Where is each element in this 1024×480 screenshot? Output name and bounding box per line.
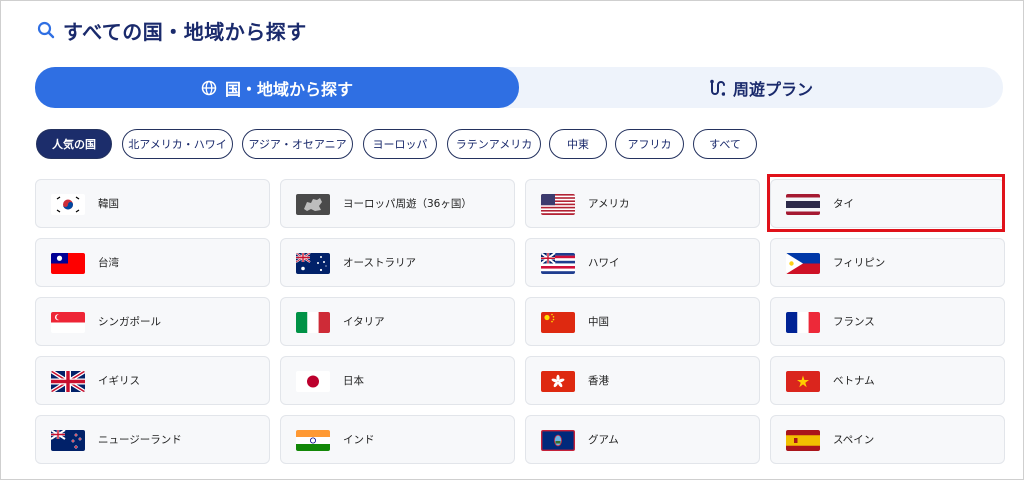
destination-card-hong-kong[interactable]: 香港 [525,356,760,405]
destination-card-vietnam[interactable]: ベトナム [770,356,1005,405]
page-frame: すべての国・地域から探す 国・地域から探す 周遊プラン 人気の国 北アメリカ・ハ… [0,0,1024,480]
tab-tour-plan[interactable]: 周遊プラン [519,67,1003,108]
destination-name: インド [343,434,375,446]
destination-card-spain[interactable]: スペイン [770,415,1005,464]
destination-card-uk[interactable]: イギリス [35,356,270,405]
destination-name: フィリピン [833,257,886,269]
tab-country-region-label: 国・地域から探す [224,79,353,99]
usa-flag-icon [541,194,575,215]
chip-north-america-hawaii[interactable]: 北アメリカ・ハワイ [122,129,233,159]
france-flag-icon [786,312,820,333]
destination-name: 日本 [343,375,364,387]
destination-card-europe-tour[interactable]: ヨーロッパ周遊（36ヶ国） [280,179,515,228]
chip-all[interactable]: すべて [693,129,757,159]
chip-popular[interactable]: 人気の国 [36,129,112,159]
destination-card-japan[interactable]: 日本 [280,356,515,405]
destination-card-usa[interactable]: アメリカ [525,179,760,228]
destination-name: 台湾 [98,257,119,269]
globe-icon [201,80,217,95]
australia-flag-icon [296,253,330,274]
destination-name: ハワイ [588,257,620,269]
destination-name: ベトナム [833,375,875,387]
destination-card-china[interactable]: 中国 [525,297,760,346]
guam-flag-icon [541,430,575,451]
route-icon [710,79,725,96]
destination-card-australia[interactable]: オーストラリア [280,238,515,287]
page-heading: すべての国・地域から探す [37,15,307,45]
highlight-box [767,174,1005,232]
destination-name: シンガポール [98,316,161,328]
india-flag-icon [296,430,330,451]
destination-card-france[interactable]: フランス [770,297,1005,346]
tab-tour-plan-label: 周遊プラン [732,79,813,99]
destination-name: イギリス [98,375,140,387]
destination-card-italy[interactable]: イタリア [280,297,515,346]
chip-asia-oceania[interactable]: アジア・オセアニア [242,129,353,159]
destination-card-hawaii[interactable]: ハワイ [525,238,760,287]
destination-name: グアム [588,434,619,446]
new-zealand-flag-icon [51,430,85,451]
taiwan-flag-icon [51,253,85,274]
destination-card-philippines[interactable]: フィリピン [770,238,1005,287]
destination-name: 中国 [588,316,609,328]
destination-name: オーストラリア [343,257,416,269]
destination-name: 香港 [588,375,609,387]
destination-card-guam[interactable]: グアム [525,415,760,464]
chip-europe[interactable]: ヨーロッパ [363,129,437,159]
chip-latin-america[interactable]: ラテンアメリカ [447,129,541,159]
destination-card-india[interactable]: インド [280,415,515,464]
destination-name: アメリカ [588,198,630,210]
destination-card-taiwan[interactable]: 台湾 [35,238,270,287]
search-mode-tabs: 国・地域から探す 周遊プラン [35,67,1003,108]
tab-country-region[interactable]: 国・地域から探す [35,67,519,108]
destination-name: ヨーロッパ周遊（36ヶ国） [343,198,472,210]
destination-card-singapore[interactable]: シンガポール [35,297,270,346]
singapore-flag-icon [51,312,85,333]
destination-card-korea[interactable]: 韓国 [35,179,270,228]
destination-name: 韓国 [98,198,119,210]
vietnam-flag-icon [786,371,820,392]
chip-middle-east[interactable]: 中東 [549,129,607,159]
destination-name: スペイン [833,434,875,446]
destination-name: ニュージーランド [98,434,182,446]
china-flag-icon [541,312,575,333]
destination-name: イタリア [343,316,385,328]
philippines-flag-icon [786,253,820,274]
japan-flag-icon [296,371,330,392]
search-icon [37,21,55,39]
chip-africa[interactable]: アフリカ [615,129,684,159]
uk-flag-icon [51,371,85,392]
destination-card-new-zealand[interactable]: ニュージーランド [35,415,270,464]
page-title: すべての国・地域から探す [63,19,307,44]
hawaii-flag-icon [541,253,575,274]
destination-name: フランス [833,316,875,328]
europe-map-icon [296,194,330,215]
hong-kong-flag-icon [541,371,575,392]
italy-flag-icon [296,312,330,333]
spain-flag-icon [786,430,820,451]
korea-flag-icon [51,194,85,215]
